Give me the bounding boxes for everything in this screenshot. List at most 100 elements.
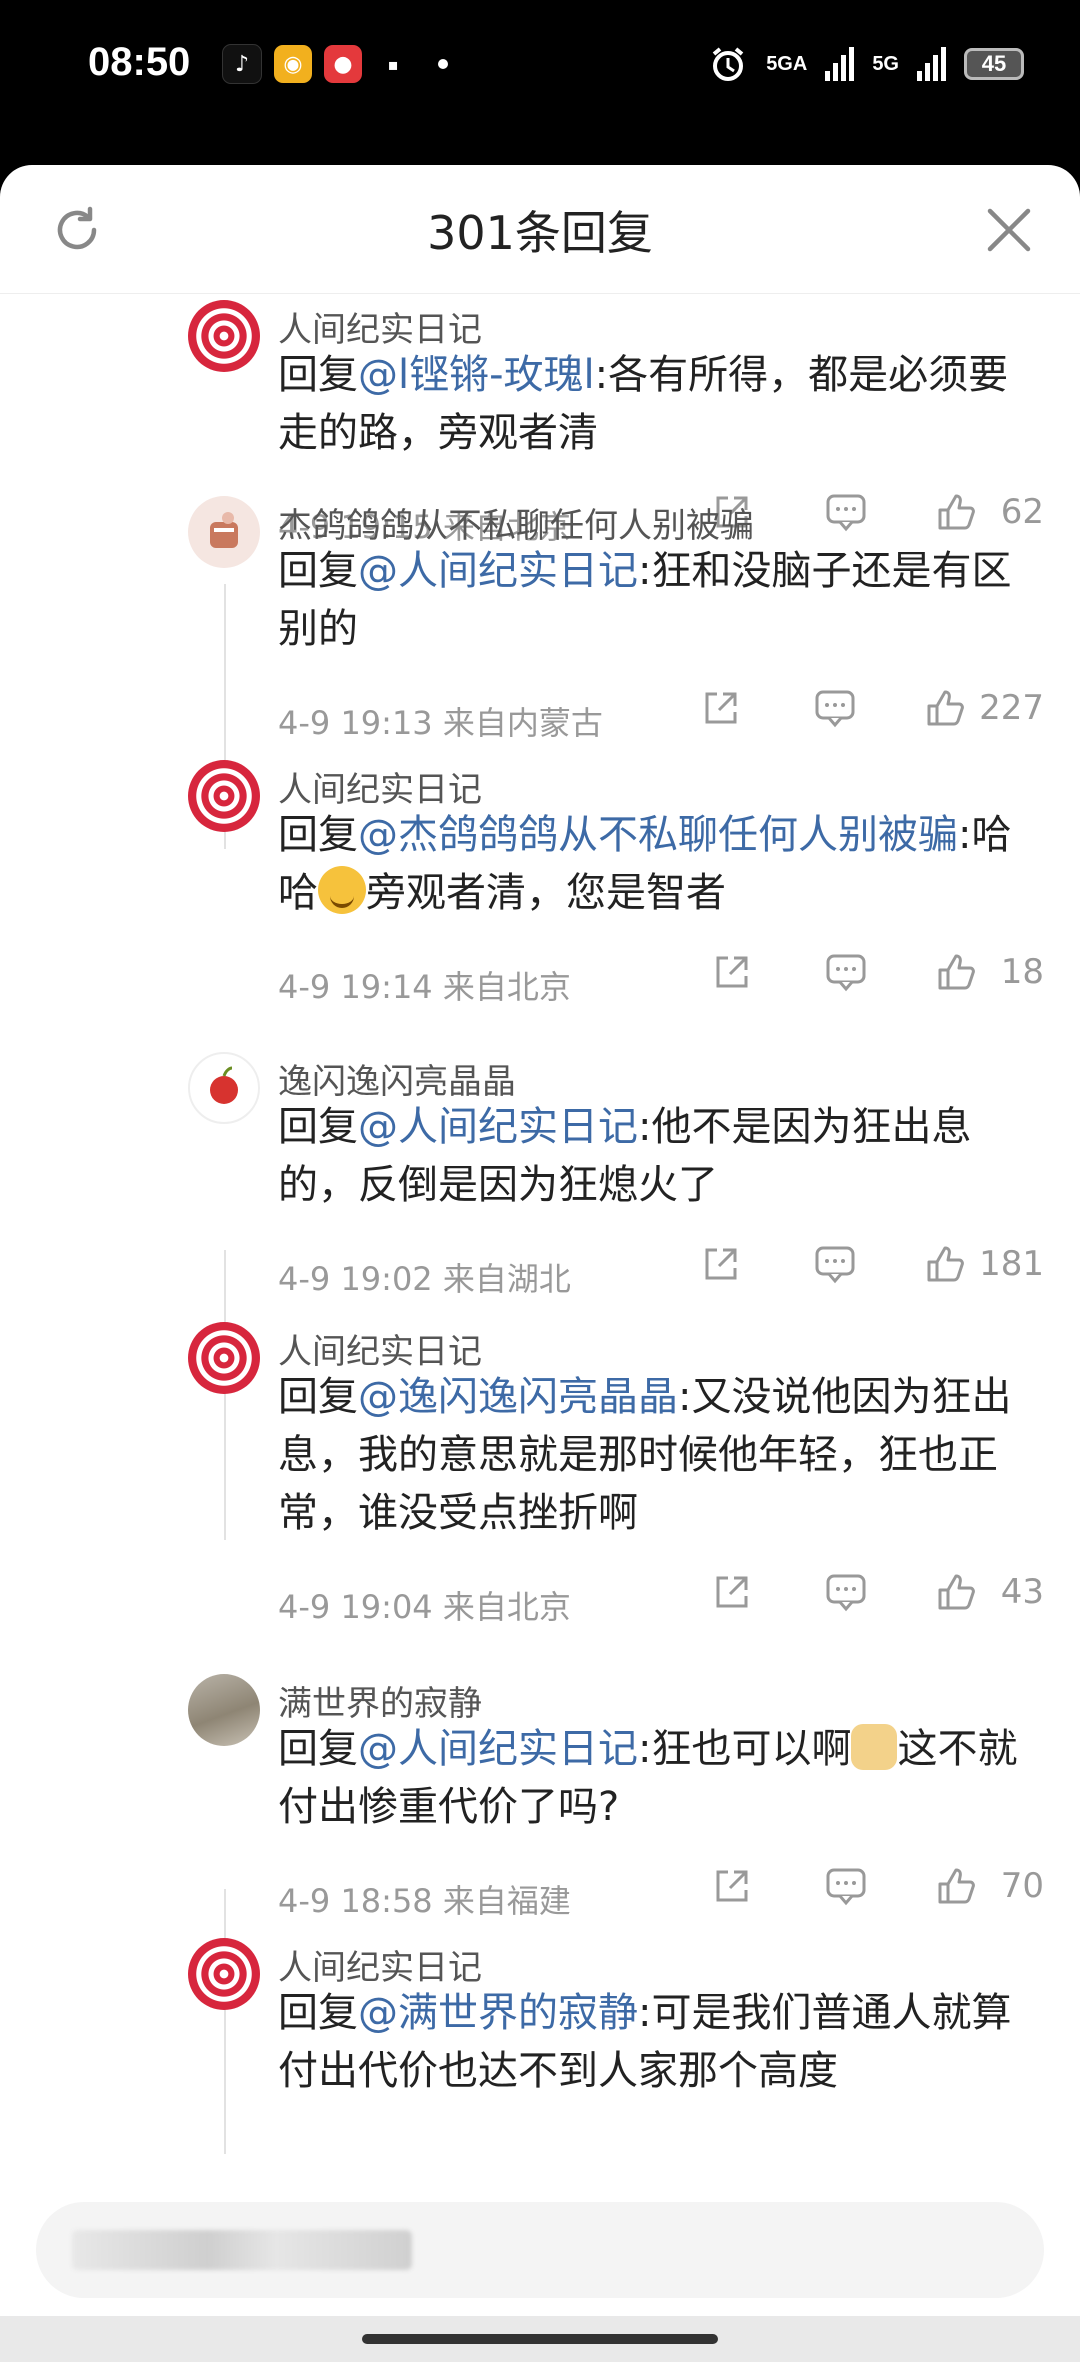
comment-icon[interactable] — [813, 1242, 857, 1286]
commenter-name[interactable]: 逸闪逸闪亮晶晶 — [278, 1054, 516, 1103]
reply-meta: 4-9 19:13 来自内蒙古 — [278, 698, 603, 744]
mention-link[interactable]: @人间纪实日记 — [358, 548, 638, 594]
mention-link[interactable]: @l铿锵-玫瑰l — [358, 352, 595, 398]
sheet-title: 301条回复 — [427, 206, 653, 260]
reply-meta: 4-9 19:04 来自北京 — [278, 1582, 571, 1628]
status-time: 08:50 — [88, 40, 191, 84]
reply-prefix: 回复 — [278, 1726, 358, 1772]
sheet-header: 301条回复 — [0, 165, 1080, 294]
avatar[interactable] — [188, 1938, 260, 2010]
reply-meta: 4-9 19:14 来自北京 — [278, 962, 571, 1008]
cat-emoji-icon — [851, 1724, 898, 1770]
share-icon[interactable] — [699, 686, 743, 730]
reply-prefix: 回复 — [278, 812, 358, 858]
alarm-icon — [712, 47, 744, 81]
like-icon[interactable] — [934, 1864, 978, 1908]
reply-location: 来自湖北 — [442, 1260, 571, 1298]
reply-prefix: 回复 — [278, 1374, 358, 1420]
reply-actions: 43 — [710, 1570, 1044, 1614]
commenter-name[interactable]: 人间纪实日记 — [278, 1324, 482, 1373]
avatar[interactable] — [188, 1322, 260, 1394]
thread-line — [224, 1889, 226, 2154]
reply-meta: 4-9 19:02 来自湖北 — [278, 1254, 571, 1300]
reply-text: :狂也可以啊 — [638, 1726, 852, 1772]
commenter-name[interactable]: 杰鸽鸽鸽从不私聊任何人别被骗 — [278, 498, 754, 547]
grin-emoji-icon — [318, 866, 366, 914]
comment-icon[interactable] — [813, 686, 857, 730]
avatar[interactable] — [188, 300, 260, 372]
commenter-name[interactable]: 满世界的寂静 — [278, 1676, 482, 1725]
comment-icon[interactable] — [824, 950, 868, 994]
reply-list[interactable]: 人间纪实日记 回复@l铿锵-玫瑰l:各有所得，都是必须要走的路，旁观者清 4-9… — [0, 294, 1080, 2174]
reply-prefix: 回复 — [278, 1990, 358, 2036]
mention-link[interactable]: @人间纪实日记 — [358, 1104, 638, 1150]
reply-actions: 62 — [710, 490, 1044, 534]
more-notifications-icon — [438, 59, 448, 69]
avatar[interactable] — [188, 1052, 260, 1124]
battery-icon: 45 — [964, 48, 1024, 80]
share-icon[interactable] — [710, 950, 754, 994]
like-count: 43 — [1000, 1572, 1044, 1612]
reply-prefix: 回复 — [278, 352, 358, 398]
reply-input[interactable] — [36, 2202, 1044, 2298]
like-icon[interactable] — [934, 490, 978, 534]
weibo-icon: ◉ — [274, 45, 312, 83]
commenter-name[interactable]: 人间纪实日记 — [278, 302, 482, 351]
reply-content: 回复@人间纪实日记:狂和没脑子还是有区别的 — [278, 542, 1038, 658]
comment-icon[interactable] — [824, 1864, 868, 1908]
like-icon[interactable] — [923, 1242, 967, 1286]
reply-time: 4-9 18:58 — [278, 1882, 433, 1920]
reply-prefix: 回复 — [278, 1104, 358, 1150]
commenter-name[interactable]: 人间纪实日记 — [278, 762, 482, 811]
reply-time: 4-9 19:14 — [278, 968, 433, 1006]
home-indicator[interactable] — [362, 2334, 718, 2344]
app-notification-icon: ● — [324, 45, 362, 83]
like-icon[interactable] — [934, 1570, 978, 1614]
avatar[interactable] — [188, 1674, 260, 1746]
reply-meta: 4-9 18:58 来自福建 — [278, 1876, 571, 1922]
reply-location: 来自北京 — [442, 1588, 571, 1626]
avatar[interactable] — [188, 760, 260, 832]
commenter-name[interactable]: 人间纪实日记 — [278, 1940, 482, 1989]
mention-link[interactable]: @逸闪逸闪亮晶晶 — [358, 1374, 678, 1420]
like-count: 62 — [1000, 492, 1044, 532]
reply-content: 回复@人间纪实日记:他不是因为狂出息的，反倒是因为狂熄火了 — [278, 1098, 1038, 1214]
reply-actions: 70 — [710, 1864, 1044, 1908]
share-icon[interactable] — [710, 1570, 754, 1614]
comment-icon[interactable] — [824, 1570, 868, 1614]
comment-icon[interactable] — [824, 490, 868, 534]
reply-content: 回复@l铿锵-玫瑰l:各有所得，都是必须要走的路，旁观者清 — [278, 346, 1038, 462]
thread-line — [224, 1250, 226, 1540]
signal-icon-1 — [825, 47, 855, 81]
reply-content: 回复@逸闪逸闪亮晶晶:又没说他因为狂出息，我的意思就是那时候他年轻，狂也正常，谁… — [278, 1368, 1038, 1542]
like-count: 227 — [979, 688, 1044, 728]
reply-time: 4-9 19:04 — [278, 1588, 433, 1626]
share-icon[interactable] — [699, 1242, 743, 1286]
share-icon[interactable] — [710, 1864, 754, 1908]
reply-input-placeholder — [72, 2230, 412, 2270]
reply-actions: 227 — [699, 686, 1044, 730]
status-right: 5GA 5G 45 — [708, 44, 1024, 84]
mention-link[interactable]: @杰鸽鸽鸽从不私聊任何人别被骗 — [358, 812, 958, 858]
like-count: 18 — [1000, 952, 1044, 992]
reply-content: 回复@杰鸽鸽鸽从不私聊任何人别被骗:哈哈 旁观者清，您是智者 — [278, 806, 1038, 922]
reply-text: 旁观者清，您是智者 — [366, 870, 726, 916]
close-icon[interactable] — [984, 205, 1034, 255]
avatar[interactable] — [188, 496, 260, 568]
network-label-1: 5GA — [766, 52, 808, 75]
reply-location: 来自内蒙古 — [442, 704, 603, 742]
replies-sheet: 301条回复 人间纪实日记 回复@l铿锵-玫瑰l:各有所得，都是必须要走的路，旁… — [0, 165, 1080, 2362]
like-icon[interactable] — [923, 686, 967, 730]
like-icon[interactable] — [934, 950, 978, 994]
mention-link[interactable]: @满世界的寂静 — [358, 1990, 638, 2036]
reply-location: 来自福建 — [442, 1882, 571, 1920]
mention-link[interactable]: @人间纪实日记 — [358, 1726, 638, 1772]
reply-actions: 181 — [699, 1242, 1044, 1286]
reply-prefix: 回复 — [278, 548, 358, 594]
signal-icon-2 — [917, 47, 946, 81]
reply-content: 回复@满世界的寂静:可是我们普通人就算付出代价也达不到人家那个高度 — [278, 1984, 1038, 2100]
reply-time: 4-9 19:13 — [278, 704, 433, 742]
notification-icons: ♪ ◉ ● ▪ — [222, 44, 448, 84]
app-notification-icon-2: ▪ — [374, 45, 412, 83]
status-bar: 08:50 ♪ ◉ ● ▪ 5GA 5G 45 — [0, 0, 1080, 140]
